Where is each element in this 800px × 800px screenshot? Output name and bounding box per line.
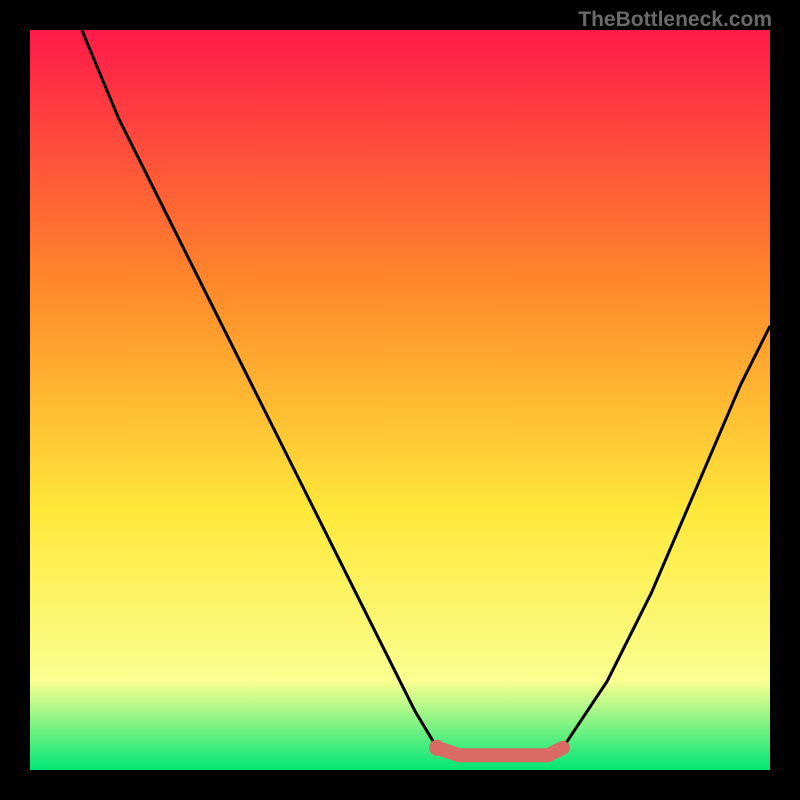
chart-container: TheBottleneck.com [0,0,800,800]
flat-start-dot [429,740,445,756]
chart-svg [30,30,770,770]
gradient-background [30,30,770,770]
plot-area [30,30,770,770]
watermark-text: TheBottleneck.com [578,8,772,32]
flat-minimum-segment [437,748,563,755]
